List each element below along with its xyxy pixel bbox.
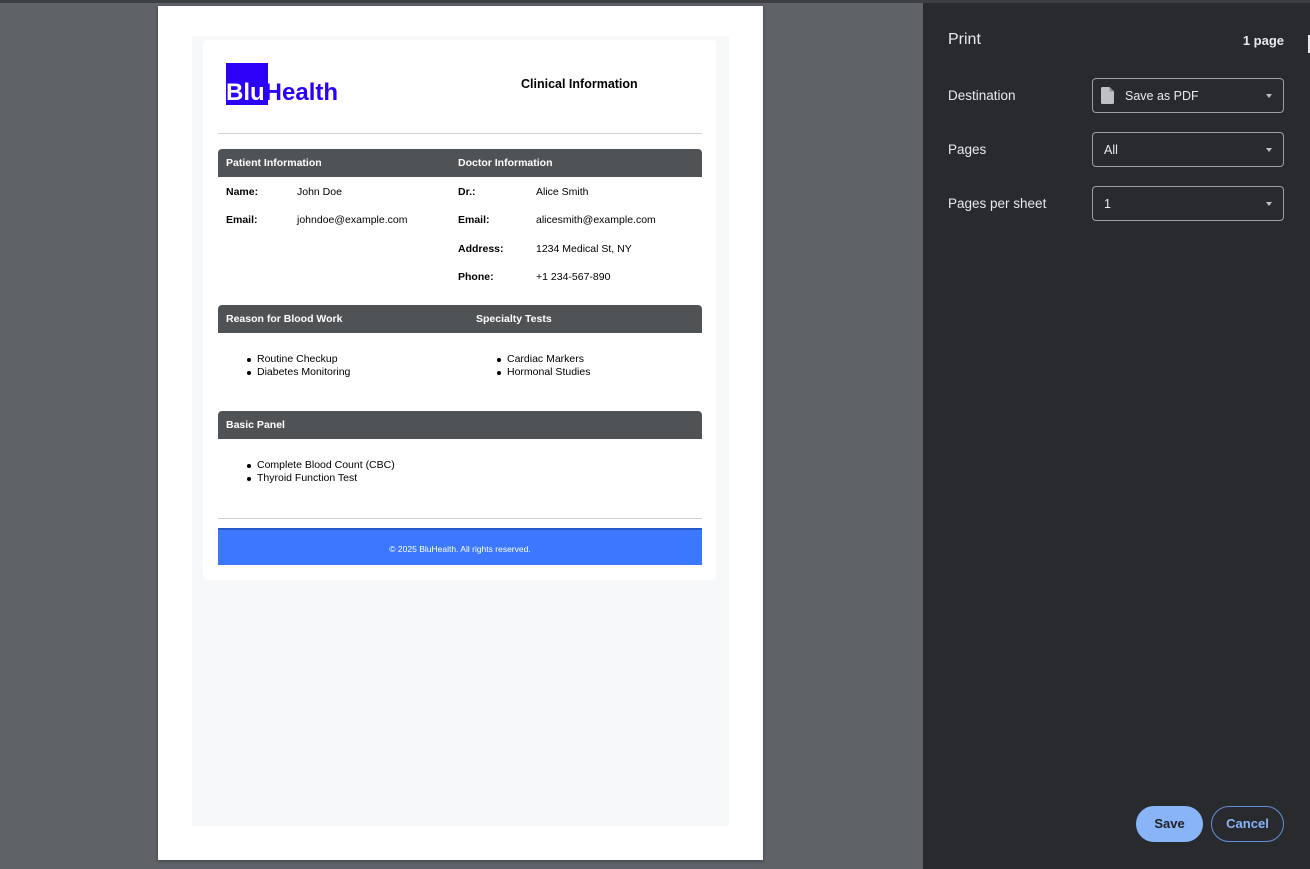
footer-copyright: © 2025 BluHealth. All rights reserved. [389,544,531,554]
doctor-email-value: alicesmith@example.com [536,214,656,226]
tests-section-header: Reason for Blood Work Specialty Tests [218,305,702,333]
doctor-phone-label: Phone: [458,271,494,283]
chevron-down-icon [1266,202,1272,206]
patient-info-heading: Patient Information [226,157,322,169]
chevron-down-icon [1266,94,1272,98]
print-settings-panel: Print 1 page Destination Save as PDF Pag… [923,3,1310,869]
bluhealth-logo: BluHealth [226,63,356,107]
patient-name-value: John Doe [297,186,342,198]
print-title: Print [948,31,981,48]
doctor-name-value: Alice Smith [536,186,589,198]
list-item: Complete Blood Count (CBC) [247,459,395,471]
pages-per-sheet-value: 1 [1104,197,1111,211]
header-divider [218,133,702,134]
basic-panel-header: Basic Panel [218,411,702,439]
document-footer: © 2025 BluHealth. All rights reserved. [218,528,702,565]
preview-page: BluHealth Clinical Information Patient I… [158,6,763,860]
print-preview-area[interactable]: BluHealth Clinical Information Patient I… [0,3,923,869]
doctor-info-heading: Doctor Information [458,157,553,169]
patient-email-value: johndoe@example.com [297,214,408,226]
destination-select[interactable]: Save as PDF [1092,78,1284,113]
doctor-phone-value: +1 234-567-890 [536,271,611,283]
basic-panel-list: Complete Blood Count (CBC) Thyroid Funct… [243,459,395,485]
specialty-list: Cardiac Markers Hormonal Studies [493,353,590,379]
footer-divider [218,518,702,519]
document-card: BluHealth Clinical Information Patient I… [203,40,716,580]
pages-label: Pages [948,142,987,157]
destination-value: Save as PDF [1125,89,1199,103]
reason-heading: Reason for Blood Work [226,313,343,325]
specialty-heading: Specialty Tests [476,313,552,325]
list-item: Routine Checkup [246,353,350,366]
chevron-down-icon [1266,148,1272,152]
reason-list: Routine Checkup Diabetes Monitoring [243,353,350,379]
pages-per-sheet-label: Pages per sheet [948,196,1047,211]
doctor-email-label: Email: [458,214,490,226]
pages-value: All [1104,143,1118,157]
logo-text-white: Blu [226,79,265,106]
info-section-header: Patient Information Doctor Information [218,149,702,177]
page-count: 1 page [1242,33,1284,48]
logo-wordmark: BluHealth [226,79,338,107]
list-item: Hormonal Studies [496,366,591,378]
logo-text-blue: Health [264,79,339,106]
patient-name-label: Name: [226,186,259,198]
page-background: BluHealth Clinical Information Patient I… [192,36,729,826]
list-item: Diabetes Monitoring [246,366,351,378]
patient-email-label: Email: [226,214,258,226]
list-item: Cardiac Markers [496,353,590,366]
file-icon [1101,87,1114,104]
doctor-address-label: Address: [458,243,504,255]
destination-label: Destination [948,88,1016,103]
document-title: Clinical Information [521,77,638,91]
pages-per-sheet-select[interactable]: 1 [1092,186,1284,221]
cancel-button[interactable]: Cancel [1211,806,1284,842]
pages-select[interactable]: All [1092,132,1284,167]
save-button[interactable]: Save [1136,806,1203,842]
basic-panel-heading: Basic Panel [226,419,285,431]
doctor-address-value: 1234 Medical St, NY [536,243,632,255]
doctor-name-label: Dr.: [458,186,476,198]
list-item: Thyroid Function Test [247,472,395,485]
